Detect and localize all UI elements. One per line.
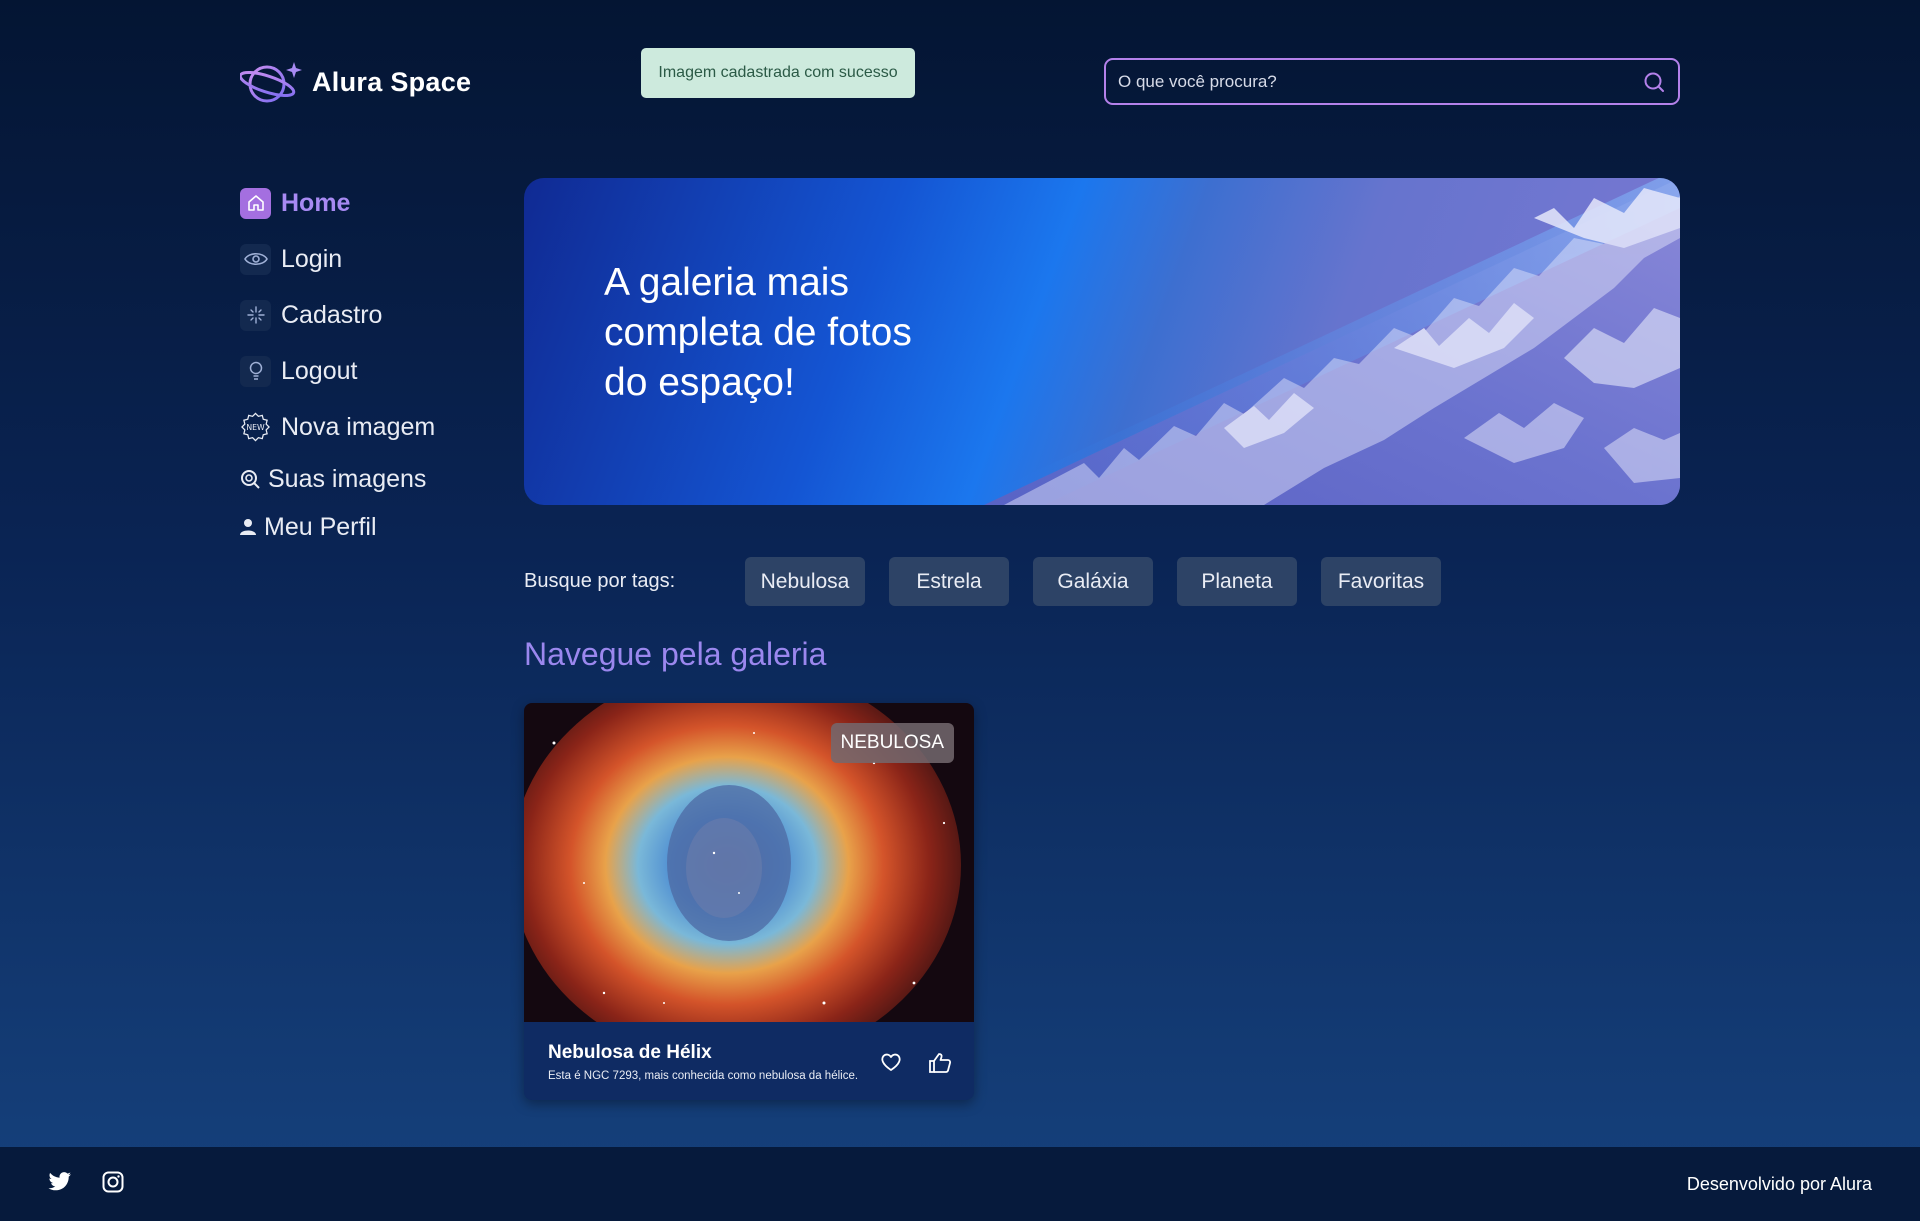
eye-icon xyxy=(240,243,271,275)
twitter-icon[interactable] xyxy=(48,1171,72,1197)
sidebar-item-meu-perfil[interactable]: Meu Perfil xyxy=(240,503,480,551)
card-tag-badge[interactable]: NEBULOSA xyxy=(830,723,954,763)
brand-name: Alura Space xyxy=(312,66,472,97)
image-search-icon xyxy=(240,469,260,489)
lightbulb-icon xyxy=(240,355,271,387)
sidebar-item-login[interactable]: Login xyxy=(240,231,480,287)
sidebar-item-logout[interactable]: Logout xyxy=(240,343,480,399)
footer-credit: Desenvolvido por Alura xyxy=(1686,1173,1872,1194)
card-actions xyxy=(880,1052,952,1079)
sidebar-item-label: Cadastro xyxy=(281,300,383,329)
sidebar-item-label: Meu Perfil xyxy=(264,512,377,541)
tag-favoritas[interactable]: Favoritas xyxy=(1321,557,1441,606)
social-links xyxy=(48,1171,124,1198)
tag-planeta[interactable]: Planeta xyxy=(1177,557,1297,606)
search-bar[interactable] xyxy=(1104,58,1680,105)
sidebar-item-cadastro[interactable]: Cadastro xyxy=(240,287,480,343)
home-icon xyxy=(240,187,271,219)
gallery-title: Navegue pela galeria xyxy=(524,636,827,672)
tag-galaxia[interactable]: Galáxia xyxy=(1033,557,1153,606)
tag-nebulosa[interactable]: Nebulosa xyxy=(745,557,865,606)
new-badge-icon: NEW xyxy=(240,412,271,443)
gallery-card[interactable]: NEBULOSA Nebulosa de Hélix Esta é NGC 72… xyxy=(524,703,974,1100)
heart-icon[interactable] xyxy=(880,1052,902,1079)
sidebar-item-suas-imagens[interactable]: Suas imagens xyxy=(240,455,480,503)
tags-label: Busque por tags: xyxy=(524,570,676,592)
sidebar-item-label: Logout xyxy=(281,356,358,385)
success-toast: Imagem cadastrada com sucesso xyxy=(641,48,915,98)
tag-estrela[interactable]: Estrela xyxy=(889,557,1009,606)
planet-logo-icon xyxy=(240,62,302,103)
sidebar-item-label: Suas imagens xyxy=(268,464,427,493)
search-icon[interactable] xyxy=(1642,70,1666,94)
sidebar-nav: Home Login Cadastro Logout NEW Nova imag… xyxy=(240,175,480,551)
thumbs-up-icon[interactable] xyxy=(928,1052,952,1079)
sidebar-item-label: Login xyxy=(281,244,343,273)
sidebar-item-label: Home xyxy=(281,188,351,217)
footer: Desenvolvido por Alura xyxy=(0,1147,1920,1221)
hero-banner: A galeria mais completa de fotos do espa… xyxy=(524,178,1680,505)
brand-logo[interactable]: Alura Space xyxy=(240,58,471,106)
sidebar-item-home[interactable]: Home xyxy=(240,175,480,231)
user-icon xyxy=(240,518,256,536)
instagram-icon[interactable] xyxy=(102,1171,124,1198)
search-input[interactable] xyxy=(1118,71,1642,92)
sidebar-item-label: Nova imagem xyxy=(281,412,436,441)
sidebar-item-nova-imagem[interactable]: NEW Nova imagem xyxy=(240,399,480,455)
sparkle-icon xyxy=(240,299,271,331)
svg-text:NEW: NEW xyxy=(246,423,265,432)
banner-headline: A galeria mais completa de fotos do espa… xyxy=(604,261,912,404)
toast-message: Imagem cadastrada com sucesso xyxy=(658,64,898,81)
card-body: Nebulosa de Hélix Esta é NGC 7293, mais … xyxy=(524,1022,974,1100)
